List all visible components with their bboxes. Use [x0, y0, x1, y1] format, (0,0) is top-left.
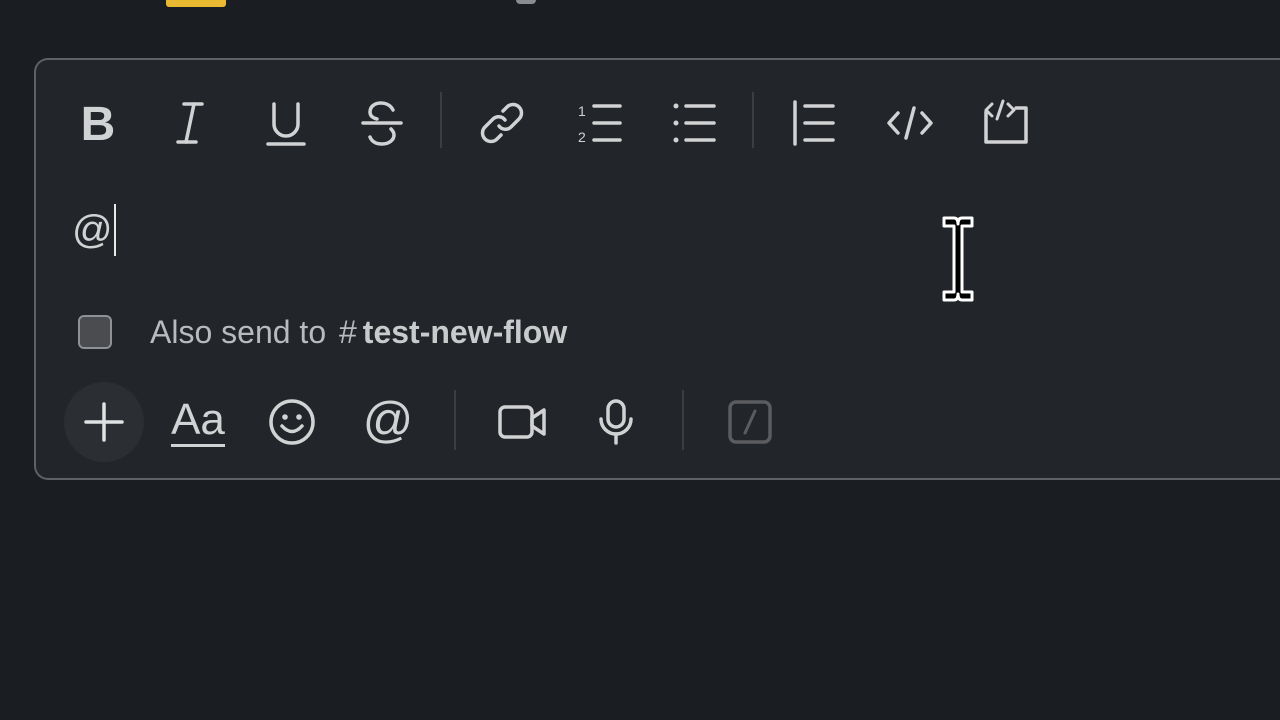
channel-hash: #	[339, 313, 357, 350]
also-send-label: Also send to # test-new-flow	[150, 314, 567, 351]
italic-icon	[176, 102, 204, 144]
blockquote-button[interactable]	[784, 96, 844, 150]
message-composer: B 1 2 @ Also send to # test-new-flow Aa …	[34, 58, 1280, 480]
svg-text:1: 1	[578, 103, 586, 119]
toolbar-separator	[682, 390, 684, 450]
audio-clip-button[interactable]	[576, 382, 656, 462]
message-input[interactable]: @	[72, 200, 1222, 260]
video-icon	[498, 405, 546, 439]
mention-icon: @	[363, 397, 414, 447]
ordered-list-button[interactable]: 1 2	[568, 96, 628, 150]
strikethrough-button[interactable]	[352, 96, 412, 150]
channel-name: test-new-flow	[362, 313, 568, 350]
attach-button[interactable]	[64, 382, 144, 462]
text-caret	[113, 204, 116, 256]
also-send-prefix: Also send to	[150, 313, 327, 350]
svg-text:B: B	[81, 98, 116, 148]
toolbar-separator	[752, 92, 754, 148]
message-text: @	[72, 208, 113, 252]
toolbar-separator	[454, 390, 456, 450]
plus-icon	[84, 402, 124, 442]
formatting-icon: Aa	[171, 397, 225, 447]
svg-text:@: @	[363, 397, 414, 447]
link-icon	[480, 102, 524, 144]
formatting-toolbar: B 1 2	[36, 60, 1280, 180]
underline-icon	[266, 102, 306, 146]
svg-text:2: 2	[578, 129, 586, 145]
composer-actions: Aa @	[36, 380, 1280, 464]
code-block-button[interactable]	[976, 96, 1036, 150]
partial-icon	[516, 0, 536, 4]
mention-button[interactable]: @	[348, 382, 428, 462]
code-block-icon	[984, 99, 1028, 144]
page: B 1 2 @ Also send to # test-new-flow Aa …	[0, 0, 1280, 720]
bold-button[interactable]: B	[68, 96, 128, 150]
underline-button[interactable]	[256, 96, 316, 150]
also-send-row: Also send to # test-new-flow	[78, 312, 567, 352]
emoji-icon	[269, 399, 315, 445]
bold-icon: B	[81, 98, 116, 148]
also-send-checkbox[interactable]	[78, 315, 112, 349]
highlight-marker	[166, 0, 226, 7]
strikethrough-icon	[361, 101, 403, 146]
code-button[interactable]	[880, 96, 940, 150]
microphone-icon	[599, 399, 633, 445]
ordered-list-icon: 1 2	[578, 103, 622, 145]
formatting-toggle-button[interactable]: Aa	[158, 382, 238, 462]
italic-button[interactable]	[160, 96, 220, 150]
toolbar-separator	[440, 92, 442, 148]
emoji-button[interactable]	[252, 382, 332, 462]
slash-command-icon	[728, 400, 772, 444]
bulleted-list-icon	[673, 103, 716, 143]
link-button[interactable]	[472, 96, 532, 150]
slash-command-button[interactable]	[710, 382, 790, 462]
blockquote-icon	[793, 100, 835, 146]
code-icon	[887, 106, 933, 140]
video-clip-button[interactable]	[482, 382, 562, 462]
bulleted-list-button[interactable]	[664, 96, 724, 150]
